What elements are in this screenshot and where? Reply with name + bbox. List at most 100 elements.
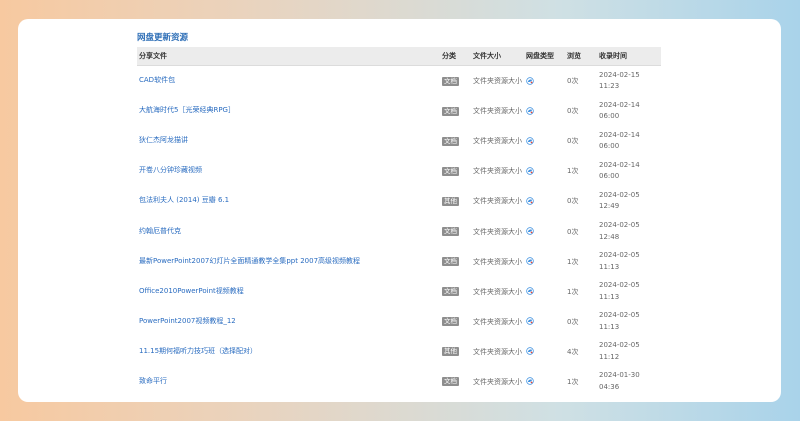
category-cell: 文档 (440, 126, 471, 156)
table-row: 大航海时代5［光荣经典RPG］ 文档 文件夹资源大小 0次 2024-02-14 06:0… (137, 96, 661, 126)
pan-type-cell (524, 96, 565, 126)
file-cell: 11.15期何福听力技巧班（选择配对） (137, 337, 440, 367)
size-cell: 文件夹资源大小 (473, 287, 522, 296)
category-badge[interactable]: 文档 (442, 287, 459, 297)
file-cell: 大航海时代5［光荣经典RPG］ (137, 96, 440, 126)
time-cell: 2024-02-05 11:13 (597, 307, 661, 337)
collect-time: 06:00 (599, 112, 620, 121)
collect-date: 2024-02-14 (599, 130, 640, 139)
category-cell: 文档 (440, 216, 471, 246)
category-badge[interactable]: 文档 (442, 166, 459, 176)
pan-type-cell (524, 337, 565, 367)
file-link[interactable]: 11.15期何福听力技巧班（选择配对） (139, 346, 257, 356)
collect-date: 2024-02-05 (599, 221, 640, 230)
file-cell: 约翰厄普代克 (137, 216, 440, 246)
time-cell: 2024-02-05 12:48 (597, 216, 661, 246)
header-views: 浏览 (565, 47, 597, 66)
size-cell: 文件夹资源大小 (473, 257, 522, 266)
size-cell: 文件夹资源大小 (473, 137, 522, 146)
category-cell: 文档 (440, 367, 471, 397)
collect-time: 11:13 (599, 292, 620, 301)
views-cell: 1次 (567, 287, 579, 296)
views-cell: 4次 (567, 347, 579, 356)
category-cell: 文档 (440, 156, 471, 186)
file-link[interactable]: 约翰厄普代克 (139, 226, 181, 236)
category-badge[interactable]: 其他 (442, 347, 459, 357)
file-link[interactable]: 狄仁杰阿龙描讲 (139, 135, 188, 145)
views-cell: 0次 (567, 227, 579, 236)
time-cell: 2024-02-14 06:00 (597, 156, 661, 186)
table-row: Office2010PowerPoint视频教程 文档 文件夹资源大小 1次 2024-… (137, 277, 661, 307)
table-body: CAD软件包 文档 文件夹资源大小 0次 2024-02-15 11:23 大航海时代5［光… (137, 66, 661, 398)
file-cell: Office2010PowerPoint视频教程 (137, 277, 440, 307)
pan-type-cell (524, 367, 565, 397)
views-cell: 0次 (567, 197, 579, 206)
collect-date: 2024-02-05 (599, 341, 640, 350)
category-cell: 文档 (440, 307, 471, 337)
file-link[interactable]: 开卷八分钟珍藏视频 (139, 165, 202, 175)
category-badge[interactable]: 文档 (442, 76, 459, 86)
content-card: 网盘更新资源 分享文件 分类 文件大小 网盘类型 浏览 收录时间 CAD软件包文… (18, 19, 781, 402)
size-cell: 文件夹资源大小 (473, 377, 522, 386)
category-cell: 文档 (440, 96, 471, 126)
file-link[interactable]: 致命平行 (139, 376, 167, 386)
baidu-pan-icon (526, 257, 534, 265)
collect-time: 06:00 (599, 172, 620, 181)
category-badge[interactable]: 文档 (442, 377, 459, 387)
time-cell: 2024-02-05 11:13 (597, 247, 661, 277)
baidu-pan-icon (526, 197, 534, 205)
section-title: 网盘更新资源 (137, 33, 189, 43)
file-cell: 致命平行 (137, 367, 440, 397)
header-file: 分享文件 (137, 47, 440, 66)
file-link[interactable]: Office2010PowerPoint视频教程 (139, 286, 244, 296)
views-cell: 1次 (567, 167, 579, 176)
size-cell: 文件夹资源大小 (473, 197, 522, 206)
collect-date: 2024-02-14 (599, 160, 640, 169)
file-link[interactable]: 大航海时代5［光荣经典RPG］ (139, 105, 235, 115)
size-cell: 文件夹资源大小 (473, 317, 522, 326)
collect-date: 2024-02-05 (599, 251, 640, 260)
category-badge[interactable]: 文档 (442, 136, 459, 146)
table-row: PowerPoint2007视频教程_12 文档 文件夹资源大小 0次 2024-02-… (137, 307, 661, 337)
file-link[interactable]: 包法利夫人 (2014) 豆瓣 6.1 (139, 195, 229, 205)
baidu-pan-icon (526, 167, 534, 175)
table-row: CAD软件包 文档 文件夹资源大小 0次 2024-02-15 11:23 (137, 66, 661, 97)
collect-time: 11:12 (599, 352, 620, 361)
baidu-pan-icon (526, 347, 534, 356)
baidu-pan-icon (526, 377, 534, 386)
views-cell: 0次 (567, 137, 579, 146)
category-badge[interactable]: 其他 (442, 196, 459, 206)
views-cell: 0次 (567, 107, 579, 116)
file-link[interactable]: 最新PowerPoint2007幻灯片全面精通教学全集ppt 2007高级视频教… (139, 256, 360, 266)
file-cell: 包法利夫人 (2014) 豆瓣 6.1 (137, 186, 440, 216)
collect-time: 04:36 (599, 382, 620, 391)
category-badge[interactable]: 文档 (442, 257, 459, 267)
pan-type-cell (524, 156, 565, 186)
category-badge[interactable]: 文档 (442, 227, 459, 237)
file-link[interactable]: CAD软件包 (139, 75, 175, 85)
views-cell: 0次 (567, 77, 579, 86)
category-badge[interactable]: 文档 (442, 106, 459, 116)
category-badge[interactable]: 文档 (442, 317, 459, 327)
baidu-pan-icon (526, 227, 534, 235)
table-row: 致命平行 文档 文件夹资源大小 1次 2024-01-30 04:36 (137, 367, 661, 397)
header-time: 收录时间 (597, 47, 661, 66)
file-cell: 开卷八分钟珍藏视频 (137, 156, 440, 186)
file-link[interactable]: PowerPoint2007视频教程_12 (139, 316, 236, 326)
table-row: 包法利夫人 (2014) 豆瓣 6.1 其他 文件夹资源大小 0次 2024-02-05… (137, 186, 661, 216)
time-cell: 2024-01-30 04:36 (597, 367, 661, 397)
collect-date: 2024-02-05 (599, 281, 640, 290)
baidu-pan-icon (526, 137, 534, 145)
views-cell: 1次 (567, 377, 579, 386)
file-cell: CAD软件包 (137, 66, 440, 97)
views-cell: 1次 (567, 257, 579, 266)
collect-time: 12:49 (599, 202, 620, 211)
size-cell: 文件夹资源大小 (473, 107, 522, 116)
time-cell: 2024-02-15 11:23 (597, 66, 661, 97)
time-cell: 2024-02-14 06:00 (597, 96, 661, 126)
resource-table: 分享文件 分类 文件大小 网盘类型 浏览 收录时间 CAD软件包 文档 文件夹资源大… (137, 47, 661, 397)
header-pan-type: 网盘类型 (524, 47, 565, 66)
collect-time: 12:48 (599, 232, 620, 241)
pan-type-cell (524, 307, 565, 337)
file-cell: 最新PowerPoint2007幻灯片全面精通教学全集ppt 2007高级视频教… (137, 247, 440, 277)
